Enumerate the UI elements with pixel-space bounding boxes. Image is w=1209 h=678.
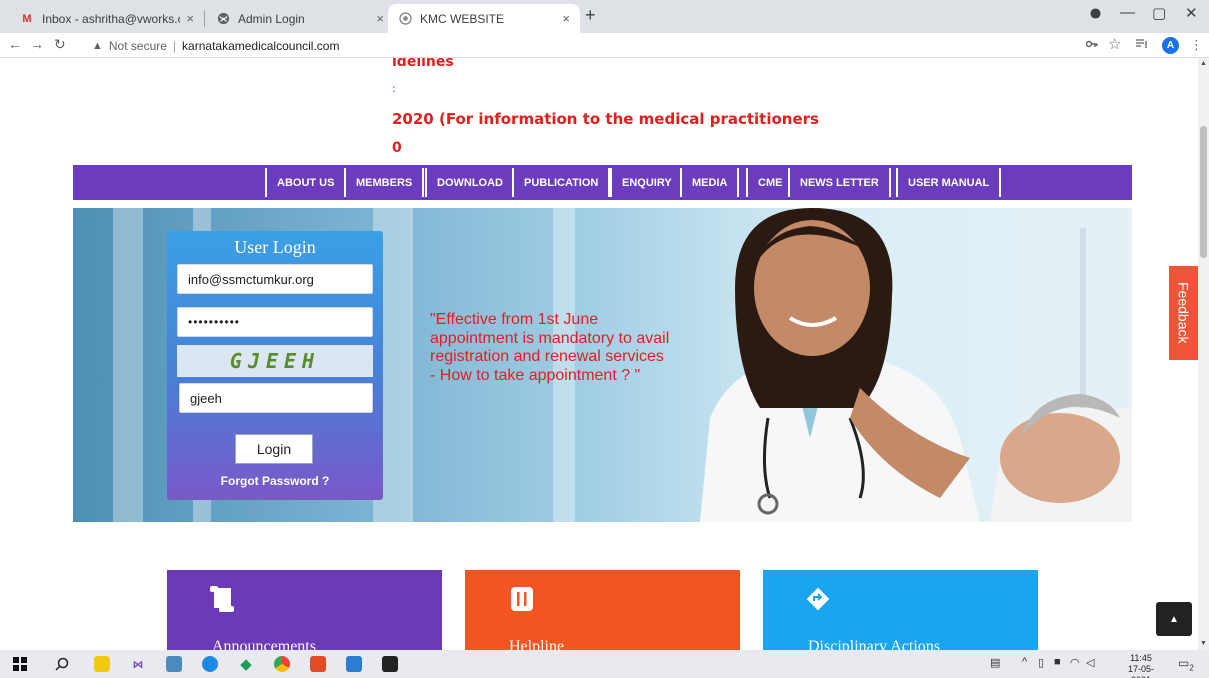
html-app-icon[interactable] — [310, 656, 326, 672]
nav-about-us[interactable]: ABOUT US — [265, 168, 347, 197]
user-login-panel: User Login info@ssmctumkur.org •••••••••… — [167, 231, 383, 500]
forgot-password-link[interactable]: Forgot Password ? — [167, 474, 383, 488]
page-scrollbar[interactable]: ▲ ▼ — [1198, 58, 1209, 650]
edge-browser-icon[interactable] — [202, 656, 218, 672]
card-label: Announcements — [212, 638, 316, 650]
ticker-line[interactable]: idelines — [392, 58, 454, 70]
address-bar[interactable]: ▲ Not secure | karnatakamedicalcouncil.c… — [92, 35, 1102, 56]
captcha-input[interactable]: gjeeh — [179, 383, 373, 413]
close-tab-icon[interactable]: × — [562, 11, 570, 26]
visual-studio-icon[interactable]: ⋈ — [130, 656, 146, 672]
wifi-icon[interactable]: ◠ — [1070, 656, 1080, 669]
direction-sign-icon — [803, 584, 833, 614]
browser-tab-bar: M Inbox - ashritha@vworks.co.in - × Admi… — [0, 0, 1209, 33]
globe-icon — [216, 12, 230, 26]
menu-dots-icon[interactable]: ⋮ — [1190, 37, 1203, 53]
nav-user-manual[interactable]: USER MANUAL — [896, 168, 1002, 197]
tab-gmail-inbox[interactable]: M Inbox - ashritha@vworks.co.in - × — [10, 4, 204, 33]
scroll-up-arrow-icon[interactable]: ▲ — [1200, 60, 1207, 67]
login-title: User Login — [234, 237, 316, 257]
back-icon[interactable]: ← — [8, 36, 22, 52]
announcements-card[interactable]: Announcements — [167, 570, 442, 650]
browser-toolbar: ← → ↻ ▲ Not secure | karnatakamedicalcou… — [0, 33, 1209, 58]
clock-date: 17-05-2021 — [1127, 664, 1154, 678]
windows-taskbar: ⋈ ◆ ▤ ^ ▯ ■ ◠ ◁ 11:45 17-05-2021 ▭2 — [0, 650, 1209, 678]
git-icon[interactable]: ◆ — [238, 656, 254, 673]
new-tab-icon[interactable]: + — [585, 5, 596, 26]
appointment-notice[interactable]: "Effective from 1st June appointment is … — [430, 311, 670, 385]
login-button[interactable]: Login — [235, 434, 313, 464]
url-divider: | — [172, 38, 177, 53]
doctor-illustration — [700, 208, 1132, 522]
speaker-icon[interactable]: ◁ — [1086, 656, 1094, 669]
nav-media[interactable]: MEDIA — [680, 168, 740, 197]
captcha-image: GJEEH — [177, 345, 373, 377]
tab-title: Inbox - ashritha@vworks.co.in - — [42, 11, 180, 26]
email-field[interactable]: info@ssmctumkur.org — [177, 264, 373, 294]
window-close-icon[interactable]: ✕ — [1185, 4, 1198, 22]
camera-icon[interactable]: ■ — [1054, 656, 1061, 668]
password-field[interactable]: •••••••••• — [177, 307, 373, 337]
tab-title: Admin Login — [238, 11, 305, 26]
security-label: Not secure — [108, 38, 167, 53]
bookmark-star-icon[interactable]: ☆ — [1108, 35, 1121, 53]
network-app-icon[interactable] — [166, 656, 182, 672]
helpline-icon — [507, 584, 537, 614]
nav-members[interactable]: MEMBERS — [344, 168, 425, 197]
main-nav-bar: ABOUT US MEMBERS DOWNLOAD PUBLICATION EN… — [73, 165, 1132, 200]
search-icon[interactable] — [54, 656, 70, 672]
clock-time: 11:45 — [1130, 653, 1152, 663]
page-viewport: idelines : 2020 (For information to the … — [0, 58, 1198, 650]
ticker-line[interactable]: 0 — [392, 140, 402, 156]
close-tab-icon[interactable]: × — [186, 11, 194, 26]
ticker-line[interactable]: : — [392, 82, 396, 95]
battery-icon[interactable]: ▯ — [1038, 656, 1044, 669]
tab-title: KMC WEBSITE — [420, 11, 505, 26]
scrollbar-thumb[interactable] — [1200, 126, 1207, 258]
notification-count: 2 — [1189, 663, 1194, 673]
reload-icon[interactable]: ↻ — [54, 36, 66, 53]
gmail-icon: M — [22, 12, 32, 25]
url-text: karnatakamedicalcouncil.com — [182, 38, 340, 53]
notification-icon[interactable]: ▭2 — [1178, 656, 1194, 672]
disciplinary-actions-card[interactable]: Disciplinary Actions — [763, 570, 1038, 650]
tab-kmc-website[interactable]: KMC WEBSITE × — [388, 4, 580, 33]
profile-avatar[interactable]: A — [1162, 37, 1179, 54]
terminal-icon[interactable] — [382, 656, 398, 672]
scroll-icon — [207, 584, 237, 614]
chrome-icon[interactable] — [274, 656, 290, 672]
warning-icon: ▲ — [92, 39, 103, 52]
nav-enquiry[interactable]: ENQUIRY — [610, 168, 684, 197]
reading-list-icon[interactable] — [1136, 37, 1148, 52]
card-label: Helpline — [509, 638, 565, 650]
nav-news-letter[interactable]: NEWS LETTER — [788, 168, 891, 197]
card-label: Disciplinary Actions — [808, 638, 940, 650]
scroll-down-arrow-icon[interactable]: ▼ — [1200, 640, 1207, 647]
scroll-to-top-button[interactable]: ▲ — [1156, 602, 1192, 636]
chevron-up-icon: ▲ — [1169, 613, 1179, 625]
file-explorer-icon[interactable] — [94, 656, 110, 672]
close-tab-icon[interactable]: × — [376, 11, 384, 26]
system-clock[interactable]: 11:45 17-05-2021 — [1118, 653, 1164, 678]
windows-start-icon[interactable] — [12, 656, 28, 672]
key-icon[interactable] — [1085, 37, 1098, 52]
ticker-line[interactable]: 2020 (For information to the medical pra… — [392, 110, 819, 128]
nav-download[interactable]: DOWNLOAD — [425, 168, 515, 197]
kmc-logo-icon — [398, 12, 412, 26]
window-light — [113, 208, 143, 522]
minimize-icon[interactable]: — — [1120, 4, 1135, 21]
media-control-icon[interactable] — [1090, 6, 1101, 23]
helpline-card[interactable]: Helpline — [465, 570, 740, 650]
nav-publication[interactable]: PUBLICATION — [512, 168, 611, 197]
chevron-up-icon[interactable]: ^ — [1022, 656, 1027, 668]
remote-desktop-icon[interactable] — [346, 656, 362, 672]
feedback-tab[interactable]: Feedback — [1169, 266, 1198, 360]
forward-icon[interactable]: → — [30, 36, 44, 52]
tab-separator — [204, 10, 205, 27]
taskview-icon[interactable]: ▤ — [990, 656, 1000, 669]
maximize-icon[interactable]: ▢ — [1152, 4, 1166, 22]
tab-admin-login[interactable]: Admin Login × — [206, 4, 394, 33]
